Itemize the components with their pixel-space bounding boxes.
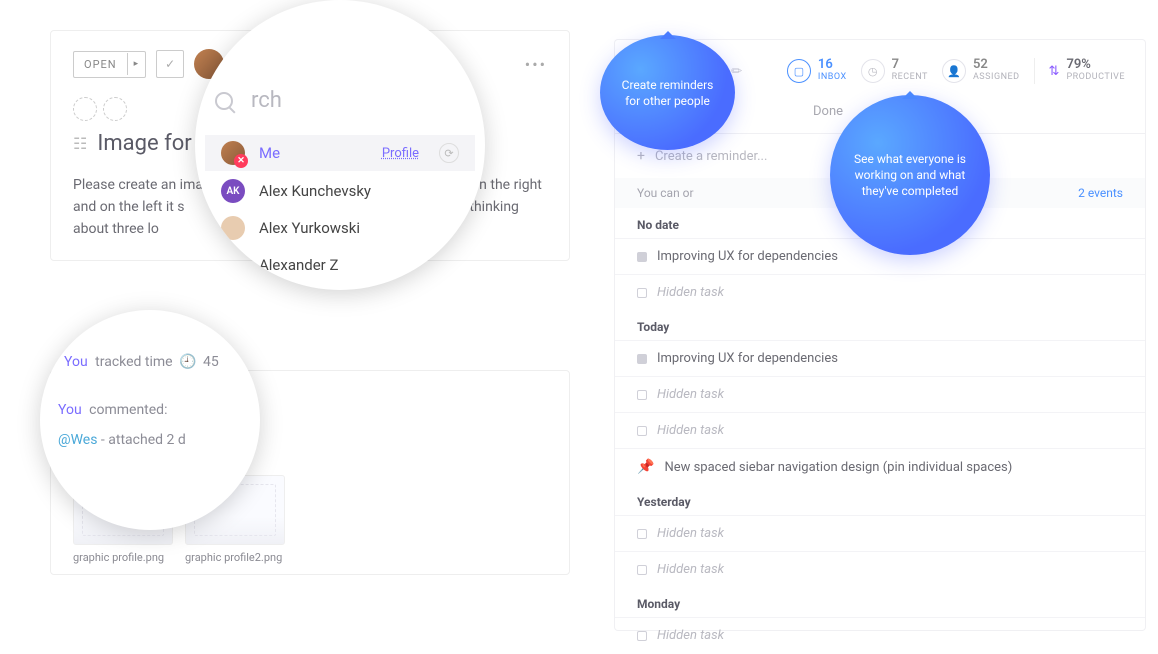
checkbox-icon[interactable] — [637, 426, 647, 436]
task-row[interactable]: Improving UX for dependencies — [615, 340, 1145, 376]
task-text: Hidden task — [657, 423, 724, 438]
section-head: Today — [615, 310, 1145, 340]
person-icon: 👤 — [942, 59, 966, 83]
task-row[interactable]: 📌 New spaced siebar navigation design (pi… — [615, 448, 1145, 485]
productive-stat[interactable]: ⇅ 79%PRODUCTIVE — [1049, 59, 1125, 83]
add-tag-button[interactable] — [73, 97, 97, 121]
mention[interactable]: @Wes — [58, 432, 97, 448]
stats-row: ▢ 16INBOX ◷ 7RECENT 👤 52ASSIGNED ⇅ 79%PR… — [787, 58, 1125, 84]
result-label: Alex Yurkowski — [259, 219, 360, 237]
open-label: OPEN — [74, 52, 127, 77]
tooltip-create-reminders: Create reminders for other people — [600, 35, 735, 150]
checkbox-icon[interactable] — [637, 565, 647, 575]
section-head: Yesterday — [615, 485, 1145, 515]
search-result[interactable]: AZ Alexander Z — [205, 247, 475, 283]
caret-icon[interactable]: ▸ — [127, 53, 146, 75]
task-row[interactable]: Hidden task — [615, 617, 1145, 653]
result-label: Me — [259, 144, 280, 162]
inbox-icon: ▢ — [787, 59, 811, 83]
checkbox-icon[interactable] — [637, 288, 647, 298]
assigned-stat[interactable]: 👤 52ASSIGNED — [942, 59, 1020, 83]
checkbox-icon[interactable] — [637, 252, 647, 262]
checkbox-icon[interactable] — [637, 529, 647, 539]
tracked-time-line: You tracked time 🕘 45 — [64, 354, 219, 370]
task-text: Improving UX for dependencies — [657, 351, 838, 366]
task-row[interactable]: Hidden task — [615, 412, 1145, 448]
checkbox-icon[interactable] — [637, 631, 647, 641]
subtask-icon: ☷ — [73, 134, 87, 153]
search-zoom-bubble: rch ✕ Me Profile ⟳ AK Alex Kunchevsky Al… — [195, 0, 485, 290]
avatar-initials: AZ — [221, 253, 245, 277]
sync-icon[interactable]: ⟳ — [439, 143, 459, 163]
attachment-filename: graphic profile2.png — [185, 551, 285, 564]
avatar: ✕ — [221, 141, 245, 165]
task-title[interactable]: Image for P — [97, 131, 211, 156]
task-text: Hidden task — [657, 285, 724, 300]
plus-icon: + — [637, 148, 645, 164]
search-placeholder-fragment[interactable]: rch — [251, 88, 282, 113]
more-icon[interactable]: ••• — [525, 55, 547, 74]
clock-icon: ◷ — [861, 59, 885, 83]
activity-zoom-bubble: You tracked time 🕘 45 You commented: @We… — [40, 310, 260, 530]
divider — [1034, 58, 1035, 84]
productive-icon: ⇅ — [1049, 64, 1060, 79]
search-result-me[interactable]: ✕ Me Profile ⟳ — [205, 135, 475, 171]
attachment-filename: graphic profile.png — [73, 551, 173, 564]
tab-done[interactable]: Done — [813, 94, 843, 133]
pin-icon: 📌 — [637, 459, 654, 475]
tooltip-see-activity: See what everyone is working on and what… — [830, 95, 990, 255]
avatar — [221, 216, 245, 240]
search-result[interactable]: Alex Yurkowski — [205, 210, 475, 246]
result-label: Alex Kunchevsky — [259, 182, 371, 200]
commented-line: You commented: — [58, 402, 167, 418]
task-text: Improving UX for dependencies — [657, 249, 838, 264]
task-text: Hidden task — [657, 628, 724, 643]
search-header: rch — [215, 88, 282, 113]
task-row[interactable]: Hidden task — [615, 551, 1145, 587]
task-sections: No dateImproving UX for dependenciesHidd… — [615, 208, 1145, 653]
task-row[interactable]: Hidden task — [615, 515, 1145, 551]
task-text: Hidden task — [657, 526, 724, 541]
checkbox-icon[interactable] — [637, 354, 647, 364]
search-result[interactable]: AK Alex Kunchevsky — [205, 173, 475, 209]
create-placeholder: Create a reminder... — [655, 149, 767, 164]
recent-stat[interactable]: ◷ 7RECENT — [861, 59, 928, 83]
clock-icon: 🕘 — [179, 354, 196, 370]
profile-link[interactable]: Profile — [382, 146, 419, 161]
complete-button[interactable]: ✓ — [156, 50, 184, 78]
task-text: New spaced siebar navigation design (pin… — [664, 460, 1012, 475]
open-status-button[interactable]: OPEN ▸ — [73, 51, 146, 78]
checkbox-icon[interactable] — [637, 390, 647, 400]
section-head: Monday — [615, 587, 1145, 617]
task-text: Hidden task — [657, 562, 724, 577]
inbox-stat[interactable]: ▢ 16INBOX — [787, 59, 847, 83]
task-row[interactable]: Hidden task — [615, 376, 1145, 412]
task-row[interactable]: Hidden task — [615, 274, 1145, 310]
remove-badge-icon[interactable]: ✕ — [234, 154, 248, 168]
search-icon[interactable] — [215, 92, 233, 110]
events-link[interactable]: 2 events — [1078, 186, 1123, 200]
add-tag-button[interactable] — [103, 97, 127, 121]
result-label: Alexander Z — [259, 256, 338, 274]
avatar-initials: AK — [221, 179, 245, 203]
comment-body: @Wes - attached 2 d — [58, 432, 186, 448]
task-text: Hidden task — [657, 387, 724, 402]
